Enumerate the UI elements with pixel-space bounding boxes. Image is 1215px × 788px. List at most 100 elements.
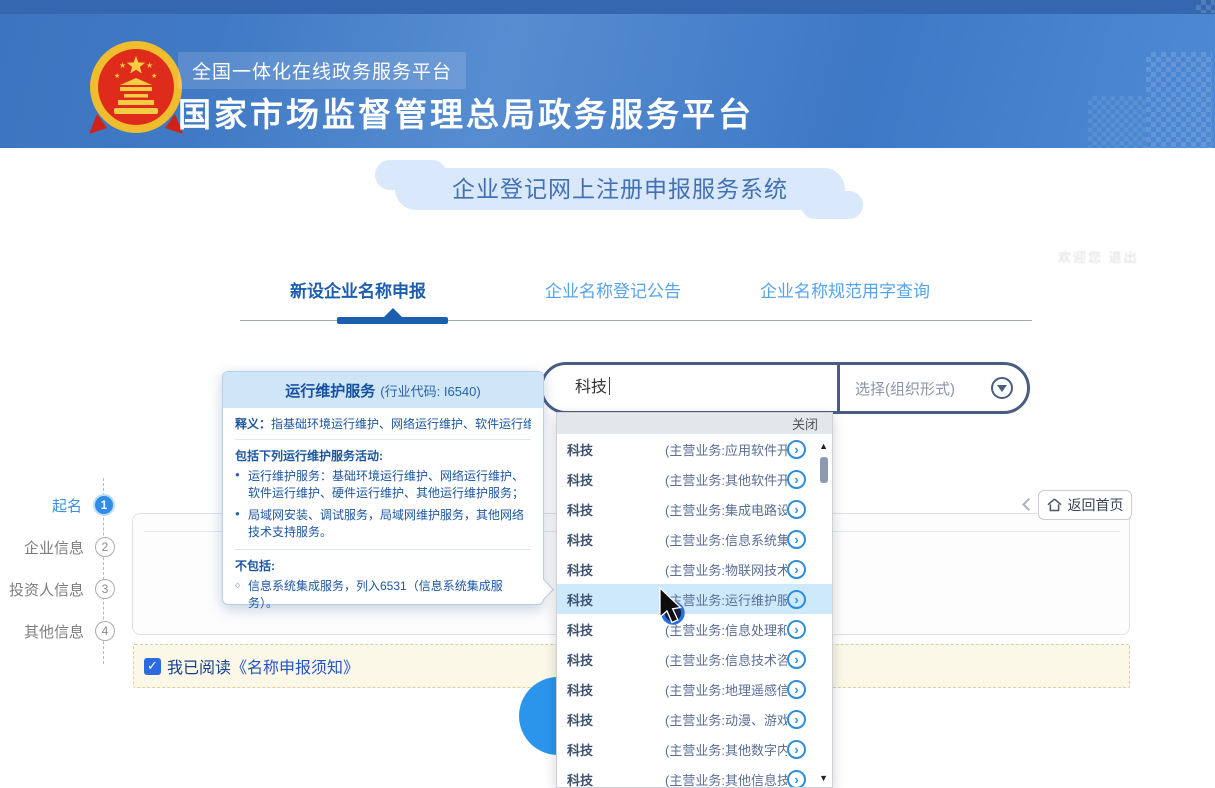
arrow-right-circle-icon[interactable]: › (787, 470, 806, 489)
suggestion-item[interactable]: 科技 (主营业务:物联网技术... › (557, 554, 832, 584)
active-tab-arrow (384, 308, 402, 317)
org-form-select[interactable]: 选择(组织形式) (843, 365, 1027, 411)
step-label: 其他信息 (24, 621, 84, 642)
arrow-right-circle-icon[interactable]: › (787, 590, 806, 609)
suggestion-name: 科技 (567, 680, 665, 699)
step-label: 投资人信息 (9, 579, 84, 600)
field-separator (837, 365, 840, 411)
platform-tag: 全国一体化在线政务服务平台 (178, 52, 466, 89)
dropdown-close-button[interactable]: 关闭 (792, 414, 818, 433)
step-item[interactable]: 投资人信息 3 (0, 568, 115, 610)
tooltip-industry-code: (行业代码: I6540) (380, 381, 480, 400)
industry-suggestion-dropdown: 关闭 科技 (主营业务:应用软件开... › 科技 (主营业务:其他软件开...… (556, 412, 833, 788)
suggestion-business-desc: (主营业务:其他软件开... (665, 470, 787, 489)
tooltip-title: 运行维护服务 (285, 380, 375, 401)
step-item[interactable]: 其他信息 4 (0, 610, 115, 652)
tooltip-excludes-heading: 不包括: (235, 557, 531, 574)
step-label: 企业信息 (24, 537, 84, 558)
dropdown-list: 科技 (主营业务:应用软件开... › 科技 (主营业务:其他软件开... › … (557, 434, 832, 788)
suggestion-business-desc: (主营业务:集成电路设... (665, 500, 787, 519)
step-number-badge: 3 (95, 579, 115, 599)
industry-term-input[interactable]: 科技 (563, 371, 835, 405)
step-number-badge: 2 (95, 537, 115, 557)
enterprise-name-form: 科技 选择(组织形式) (540, 362, 1030, 414)
scrollbar-thumb[interactable] (820, 457, 828, 483)
pixel-pattern-decoration (1088, 96, 1146, 148)
svg-text:★: ★ (146, 61, 153, 70)
tab-name-standard-char-query[interactable]: 企业名称规范用字查询 (760, 277, 930, 302)
suggestion-business-desc: (主营业务:信息系统集... (665, 530, 787, 549)
suggestion-item[interactable]: 科技 (主营业务:其他软件开... › (557, 464, 832, 494)
pixel-pattern-decoration (1196, 0, 1215, 13)
suggestion-item[interactable]: 科技 (主营业务:集成电路设... › (557, 494, 832, 524)
agree-checkbox[interactable]: ✓ (144, 658, 161, 675)
back-home-button[interactable]: 返回首页 (1038, 490, 1132, 520)
step-item[interactable]: 企业信息 2 (0, 526, 115, 568)
tooltip-header: 运行维护服务 (行业代码: I6540) (223, 372, 543, 408)
system-title-text: 企业登记网上注册申报服务系统 (452, 176, 788, 202)
arrow-right-circle-icon[interactable]: › (787, 560, 806, 579)
arrow-right-circle-icon[interactable]: › (787, 500, 806, 519)
arrow-right-circle-icon[interactable]: › (787, 770, 806, 788)
step-number-badge: 4 (95, 621, 115, 641)
suggestion-item[interactable]: 科技 (主营业务:动漫、游戏... › (557, 704, 832, 734)
suggestion-item[interactable]: 科技 (主营业务:地理遥感信... › (557, 674, 832, 704)
suggestion-name: 科技 (567, 650, 665, 669)
tooltip-definition: 释义：指基础环境运行维护、网络运行维护、软件运行维... (235, 415, 531, 432)
suggestion-name: 科技 (567, 590, 665, 609)
step-item[interactable]: 起名 1 (0, 484, 115, 526)
arrow-right-circle-icon[interactable]: › (787, 530, 806, 549)
back-home-label: 返回首页 (1068, 495, 1124, 515)
suggestion-item[interactable]: 科技 (主营业务:其他信息技... › (557, 764, 832, 788)
suggestion-name: 科技 (567, 710, 665, 729)
faint-user-session-text[interactable]: 欢迎您 退出 (1058, 247, 1139, 266)
scroll-down-icon[interactable]: ▼ (819, 773, 828, 783)
pixel-pattern-decoration (1146, 52, 1212, 148)
arrow-right-circle-icon[interactable]: › (787, 440, 806, 459)
arrow-right-circle-icon[interactable]: › (787, 620, 806, 639)
suggestion-name: 科技 (567, 530, 665, 549)
suggestion-business-desc: (主营业务:动漫、游戏... (665, 710, 787, 729)
app-window: ★ ★ ★ ★ 全国一体化在线政务服务平台 国家市场监督管理总局政务服务平台 企… (0, 0, 1215, 788)
svg-text:★: ★ (151, 72, 157, 80)
suggestion-business-desc: (主营业务:其他数字内... (665, 740, 787, 759)
org-form-placeholder: 选择(组织形式) (855, 378, 955, 399)
scroll-up-icon[interactable]: ▲ (819, 441, 828, 451)
tooltip-body: 释义：指基础环境运行维护、网络运行维护、软件运行维... 包括下列运行维护服务活… (223, 408, 543, 612)
suggestion-business-desc: (主营业务:应用软件开... (665, 440, 787, 459)
suggestion-item[interactable]: 科技 (主营业务:其他数字内... › (557, 734, 832, 764)
chevron-down-circle-icon[interactable] (991, 377, 1013, 399)
arrow-right-circle-icon[interactable]: › (787, 710, 806, 729)
suggestion-name: 科技 (567, 560, 665, 579)
industry-term-value: 科技 (575, 379, 607, 396)
tab-name-registration-notice[interactable]: 企业名称登记公告 (545, 277, 681, 302)
suggestion-name: 科技 (567, 620, 665, 639)
tooltip-divider (235, 439, 531, 440)
tab-new-enterprise-name-declare[interactable]: 新设企业名称申报 (290, 277, 426, 302)
active-tab-indicator (337, 317, 448, 324)
suggestion-business-desc: (主营业务:其他信息技... (665, 770, 787, 788)
suggestion-item[interactable]: 科技 (主营业务:信息技术咨... › (557, 644, 832, 674)
step-label: 起名 (52, 495, 82, 516)
arrow-right-circle-icon[interactable]: › (787, 650, 806, 669)
suggestion-business-desc: (主营业务:地理遥感信... (665, 680, 787, 699)
suggestion-item[interactable]: 科技 (主营业务:应用软件开... › (557, 434, 832, 464)
national-emblem-icon: ★ ★ ★ ★ (83, 36, 189, 142)
svg-text:★: ★ (119, 61, 126, 70)
system-title-banner: 企业登记网上注册申报服务系统 (395, 168, 845, 210)
tooltip-includes-list: 运行维护服务：基础环境运行维护、网络运行维护、软件运行维护、硬件运行维护、其他运… (235, 468, 531, 542)
suggestion-item[interactable]: 科技 (主营业务:信息系统集... › (557, 524, 832, 554)
chevron-left-icon (1022, 498, 1035, 511)
suggestion-item[interactable]: 科技 (主营业务:运行维护服... › (557, 584, 832, 614)
arrow-right-circle-icon[interactable]: › (787, 680, 806, 699)
tooltip-exclude-item: 信息系统集成服务，列入6531（信息系统集成服务）。 (235, 578, 531, 613)
header-top-band (0, 0, 1215, 14)
tooltip-include-item: 运行维护服务：基础环境运行维护、网络运行维护、软件运行维护、硬件运行维护、其他运… (235, 468, 531, 503)
text-caret (609, 377, 610, 395)
suggestion-name: 科技 (567, 740, 665, 759)
dropdown-header: 关闭 (557, 413, 832, 434)
mouse-cursor-icon (652, 586, 694, 632)
name-declare-notice-link[interactable]: 《名称申报须知》 (231, 654, 359, 678)
arrow-right-circle-icon[interactable]: › (787, 740, 806, 759)
suggestion-item[interactable]: 科技 (主营业务:信息处理和... › (557, 614, 832, 644)
